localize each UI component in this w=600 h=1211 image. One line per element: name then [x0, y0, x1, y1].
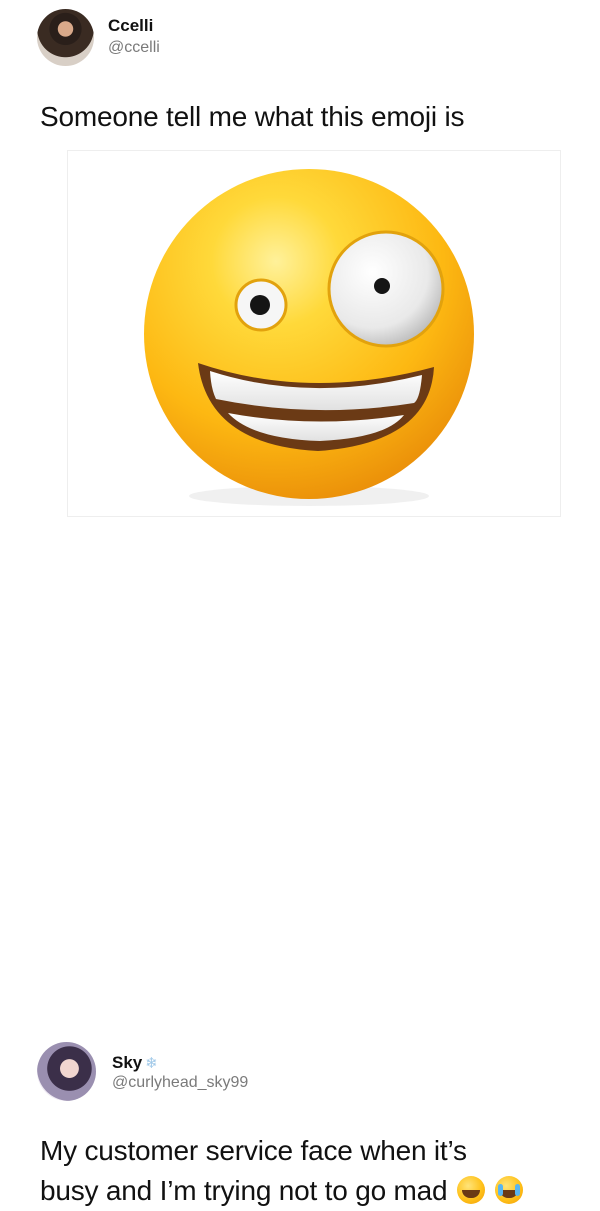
tweet-text: My customer service face when it’s busy … [40, 1131, 560, 1211]
loudly-crying-face-emoji-icon [494, 1176, 523, 1204]
author-name[interactable]: Ccelli [108, 16, 153, 36]
tweet-text-line-with-emojis: busy and I’m trying not to go mad [40, 1171, 560, 1211]
author-name-row[interactable]: Sky ❄ [112, 1053, 158, 1073]
tweet-text: Someone tell me what this emoji is [40, 101, 465, 132]
author-handle[interactable]: @ccelli [108, 39, 160, 57]
snowflake-icon: ❄ [145, 1055, 158, 1072]
zany-face-emoji-icon [144, 169, 474, 506]
face-with-tears-of-joy-emoji-icon [457, 1176, 485, 1204]
tweet-reply: Sky ❄ @curlyhead_sky99 My customer servi… [0, 515, 600, 1206]
author-handle[interactable]: @curlyhead_sky99 [112, 1074, 248, 1092]
left-pupil [250, 295, 270, 315]
right-pupil [374, 278, 390, 294]
avatar[interactable] [37, 9, 94, 66]
tweet-text-line: busy and I’m trying not to go mad [40, 1175, 448, 1206]
avatar[interactable] [37, 1042, 96, 1101]
tweet-text-line: My customer service face when it’s [40, 1135, 467, 1166]
tweet-original: Ccelli @ccelli Someone tell me what this… [0, 0, 600, 520]
author-name[interactable]: Sky [112, 1053, 142, 1073]
tweet-media[interactable] [67, 150, 561, 517]
